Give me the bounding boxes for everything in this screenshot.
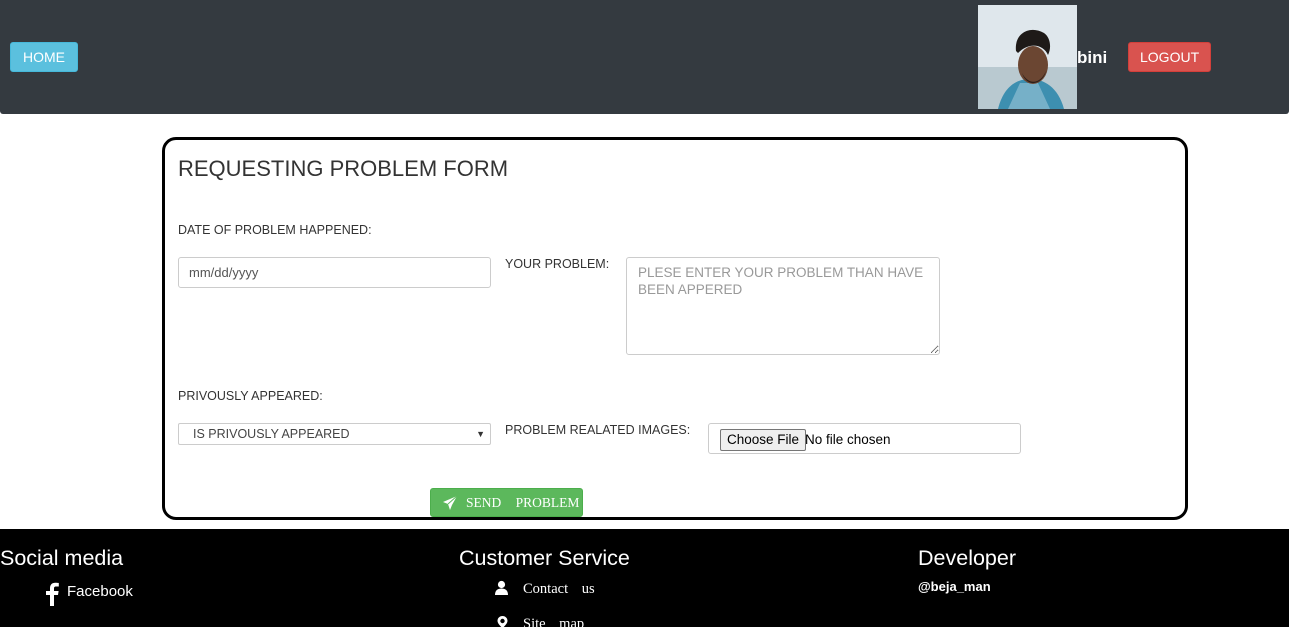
images-label: PROBLEM REALATED IMAGES:: [505, 423, 691, 437]
developer-heading: Developer: [918, 546, 1016, 570]
map-marker-icon: [497, 615, 508, 633]
customer-service-heading: Customer Service: [459, 546, 630, 570]
date-input[interactable]: mm/dd/yyyy: [178, 257, 491, 288]
file-input[interactable]: Choose File No file chosen: [708, 423, 1021, 454]
logout-button[interactable]: LOGOUT: [1128, 42, 1212, 72]
choose-file-button[interactable]: Choose File: [720, 429, 807, 451]
appeared-select[interactable]: IS PRIVOUSLY APPEARED ▼: [178, 423, 491, 445]
person-icon: [494, 580, 509, 600]
social-media-heading: Social media: [0, 546, 124, 570]
send-problem-label: SEND PROBLEM: [466, 495, 580, 510]
username: bini: [1077, 48, 1108, 67]
avatar: [978, 5, 1077, 109]
facebook-icon: [44, 582, 60, 611]
date-label: DATE OF PROBLEM HAPPENED:: [178, 223, 372, 237]
appeared-label: PRIVOUSLY APPEARED:: [178, 389, 323, 403]
appeared-select-value: IS PRIVOUSLY APPEARED: [193, 427, 350, 441]
facebook-link[interactable]: Facebook: [67, 583, 133, 600]
problem-label: YOUR PROBLEM:: [505, 257, 610, 271]
home-button[interactable]: HOME: [10, 42, 78, 72]
site-map-link[interactable]: Site map: [523, 616, 584, 633]
top-navbar: HOME bini LOGOUT: [0, 0, 1289, 114]
avatar-photo: [978, 5, 1077, 109]
file-status: No file chosen: [805, 432, 891, 447]
chevron-down-icon: ▼: [476, 429, 485, 439]
contact-us-link[interactable]: Contact us: [523, 581, 595, 598]
send-icon: [443, 495, 458, 514]
footer: Social media Facebook Customer Service C…: [0, 529, 1289, 640]
developer-handle[interactable]: @beja_man: [918, 579, 991, 594]
form-title: REQUESTING PROBLEM FORM: [178, 156, 509, 181]
send-problem-button[interactable]: SEND PROBLEM: [430, 488, 583, 517]
problem-textarea[interactable]: [626, 257, 940, 355]
instagram-icon: [36, 622, 64, 640]
